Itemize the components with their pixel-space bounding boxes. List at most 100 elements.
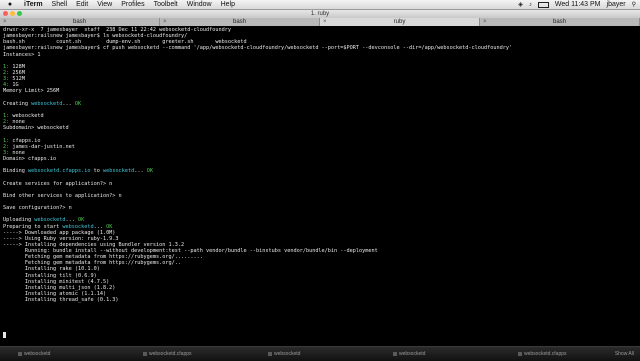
dock-item-label: websocketd [274,351,301,357]
volume-icon[interactable]: ♪ [529,2,532,8]
terminal-text: Save configuration?> n [3,205,72,212]
terminal-text: ... [93,223,107,230]
terminal-text: Subdomain> websocketd [3,125,69,132]
menu-extras: ◈ ♪ Wed 11:43 PM jbayer ⚲ [518,0,636,9]
close-tab-icon[interactable]: × [3,18,7,26]
terminal-text: websocketd [34,217,66,224]
terminal-text: OK [74,100,82,107]
terminal-text: Create services for application?> n [3,180,113,187]
terminal-text: to [90,168,103,175]
terminal-text: 2: [3,69,13,76]
dock-item-icon [518,351,522,356]
terminal-text: ... [65,217,78,224]
menu-shell[interactable]: Shell [52,1,68,8]
terminal-text: Fetching gem metadata from https://rubyg… [3,260,182,267]
menu-edit[interactable]: Edit [76,1,88,8]
wifi-icon[interactable]: ◈ [518,1,523,8]
terminal-text: ... [62,100,75,107]
tab-label: bash [552,19,566,25]
close-tab-icon[interactable]: × [483,18,487,26]
terminal-text: Memory Limit> 256M [3,88,60,95]
terminal-text: Installing rake (10.1.0) [3,266,100,273]
tab-ruby[interactable]: × ruby [320,18,480,26]
close-tab-icon[interactable]: × [163,18,167,26]
terminal-text: bash.sh count.sh dump-env.sh greeter.sh … [3,39,247,46]
terminal-text: drwxr-xr-x 7 jamesbayer staff 238 Dec 11… [3,27,231,33]
terminal-text: -----> Installing dependencies using Bun… [3,241,185,248]
apple-menu-icon[interactable]: ● [5,1,15,8]
dock-item[interactable]: websocketd.cfapps [143,351,192,357]
terminal-text: 512M [12,76,25,83]
dock-item-icon [143,351,147,356]
close-tab-icon[interactable]: × [323,18,327,26]
battery-icon[interactable] [537,1,549,8]
show-all-button[interactable]: Show All [615,351,634,357]
terminal-text: 2: [3,119,13,126]
terminal-text: none [12,119,25,126]
terminal-text: websocketd.cfapps.io [28,168,91,175]
terminal-text: cfapps.io [12,137,41,144]
dock-item-label: websocketd.cfapps [149,351,192,357]
terminal-text: none [12,149,25,156]
menu-window[interactable]: Window [187,1,212,8]
terminal-text: OK [106,223,113,230]
menu-toolbelt[interactable]: Toolbelt [154,1,178,8]
terminal-text: 1: [3,137,13,144]
menu-iterm[interactable]: iTerm [24,1,43,8]
dock-item[interactable]: websocketd [268,351,300,357]
terminal-text: -----> Using Ruby version: ruby-1.9.3 [3,235,119,242]
terminal-text: 128M [12,63,25,70]
terminal-text: 2: [3,143,13,150]
terminal-text: jamesbayer:railsnew jamesbayer$ cf push … [3,45,513,52]
dock-item-icon [393,351,397,356]
terminal-text: jamesbayer:railsnew jamesbayer$ ls webso… [3,33,188,40]
terminal-text: Fetching gem metadata from https://rubyg… [3,254,203,261]
tab-bash-3[interactable]: × bash [480,18,640,26]
window-titlebar: 1. ruby [0,10,640,18]
menu-help[interactable]: Help [221,1,235,8]
tab-label: bash [72,19,86,25]
dock-item-label: websocketd [24,351,51,357]
terminal-text: Installing multi_json (1.8.2) [3,284,116,291]
dock-item-label: websocketd [399,351,426,357]
terminal-text: ... [134,168,147,175]
terminal-cursor [3,332,6,338]
tab-label: bash [232,19,246,25]
tab-bar: × bash × bash × ruby × bash [0,18,640,26]
window-title: 1. ruby [310,11,330,17]
dock-item[interactable]: websocketd [18,351,50,357]
terminal-text: OK [77,217,85,224]
terminal-text: -----> Downloaded app package (1.0M) [3,229,116,236]
terminal-text: 1G [12,82,19,89]
terminal-text: 4: [3,82,13,89]
terminal-text: Preparing to start [3,223,63,230]
terminal-text: 3: [3,76,13,83]
tab-label: ruby [393,19,406,25]
menu-view[interactable]: View [97,1,112,8]
terminal-text: Creating [3,100,32,107]
terminal-text: Installing atomic (1.1.14) [3,291,107,298]
terminal-text: 256M [12,69,25,76]
dock-item[interactable]: websocketd.cfapps [518,351,567,357]
menu-bar: ● iTerm Shell Edit View Profiles Toolbel… [0,0,640,10]
terminal-text: OK [146,168,153,175]
dock-item-icon [18,351,22,356]
terminal-output[interactable]: drwxr-xr-x 7 jamesbayer staff 238 Dec 11… [3,27,637,345]
spotlight-icon[interactable]: ⚲ [632,1,636,8]
terminal-text: websocketd [31,100,63,107]
terminal-text: Binding [3,168,28,175]
dock-bar: websocketd websocketd.cfapps websocketd web… [0,346,640,361]
dock-item[interactable]: websocketd [393,351,425,357]
menu-profiles[interactable]: Profiles [121,1,144,8]
terminal-text: Uploading [3,217,35,224]
terminal-text: websocketd [102,168,135,175]
terminal-text: Installing minitest (4.7.5) [3,278,110,285]
terminal-text: Running: bundle install --without develo… [3,248,378,255]
terminal-text: 1: [3,112,13,119]
menu-user[interactable]: jbayer [607,1,626,8]
tab-bash-2[interactable]: × bash [160,18,320,26]
menu-clock[interactable]: Wed 11:43 PM [555,1,601,8]
terminal-text: 3: [3,149,13,156]
tab-bash-1[interactable]: × bash [0,18,160,26]
